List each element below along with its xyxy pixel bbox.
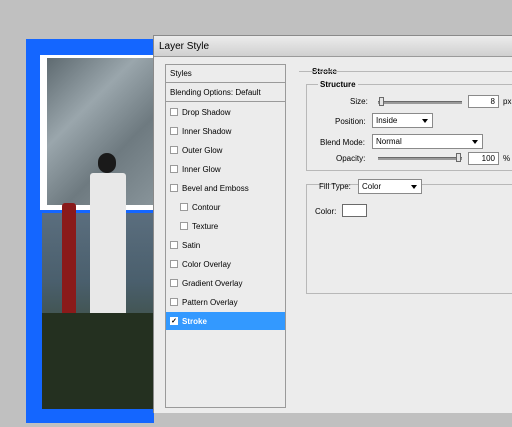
style-item-label: Gradient Overlay bbox=[182, 278, 243, 288]
style-item-label: Bevel and Emboss bbox=[182, 183, 249, 193]
blending-options-item[interactable]: Blending Options: Default bbox=[166, 84, 285, 102]
position-label: Position: bbox=[335, 117, 366, 126]
style-item-drop-shadow[interactable]: Drop Shadow bbox=[166, 103, 285, 121]
style-item-stroke[interactable]: ✓ Stroke bbox=[166, 312, 285, 330]
opacity-label: Opacity: bbox=[336, 154, 366, 163]
style-checkbox-inner-shadow[interactable] bbox=[170, 127, 178, 135]
style-item-label: Texture bbox=[192, 221, 219, 231]
blend-mode-label: Blend Mode: bbox=[320, 138, 365, 147]
dialog-titlebar[interactable]: Layer Style bbox=[154, 36, 512, 57]
chevron-down-icon bbox=[472, 140, 478, 144]
style-item-outer-glow[interactable]: Outer Glow bbox=[166, 141, 285, 159]
style-item-inner-shadow[interactable]: Inner Shadow bbox=[166, 122, 285, 140]
style-checkbox-drop-shadow[interactable] bbox=[170, 108, 178, 116]
style-item-label: Contour bbox=[192, 202, 221, 212]
chevron-down-icon bbox=[422, 119, 428, 123]
position-select[interactable]: Inside bbox=[372, 113, 433, 128]
style-checkbox-color-overlay[interactable] bbox=[170, 260, 178, 268]
opacity-slider-thumb[interactable] bbox=[456, 153, 461, 162]
style-checkbox-texture[interactable] bbox=[180, 222, 188, 230]
photo-rocks bbox=[42, 313, 154, 409]
size-input[interactable]: 8 bbox=[468, 95, 499, 108]
style-checkbox-pattern-overlay[interactable] bbox=[170, 298, 178, 306]
size-unit: px bbox=[503, 97, 512, 106]
photo-figure-red bbox=[62, 203, 76, 323]
photo-layer-bottom bbox=[42, 153, 154, 409]
blend-mode-value: Normal bbox=[376, 137, 402, 146]
stroke-color-swatch[interactable] bbox=[342, 204, 367, 217]
dialog-title: Layer Style bbox=[159, 40, 210, 52]
chevron-down-icon bbox=[411, 185, 417, 189]
style-checkbox-inner-glow[interactable] bbox=[170, 165, 178, 173]
style-item-label: Inner Glow bbox=[182, 164, 221, 174]
color-label: Color: bbox=[315, 207, 337, 216]
style-checkbox-contour[interactable] bbox=[180, 203, 188, 211]
style-item-pattern-overlay[interactable]: Pattern Overlay bbox=[166, 293, 285, 311]
style-item-gradient-overlay[interactable]: Gradient Overlay bbox=[166, 274, 285, 292]
style-item-inner-glow[interactable]: Inner Glow bbox=[166, 160, 285, 178]
section-divider bbox=[299, 71, 512, 72]
style-checkbox-gradient-overlay[interactable] bbox=[170, 279, 178, 287]
fill-group bbox=[306, 184, 512, 294]
size-label: Size: bbox=[350, 97, 368, 106]
style-checkbox-satin[interactable] bbox=[170, 241, 178, 249]
size-slider-thumb[interactable] bbox=[379, 97, 384, 106]
style-checkbox-bevel-and-emboss[interactable] bbox=[170, 184, 178, 192]
fill-type-value: Color bbox=[362, 182, 382, 191]
structure-title: Structure bbox=[318, 80, 358, 89]
style-item-label: Inner Shadow bbox=[182, 126, 232, 136]
styles-header[interactable]: Styles bbox=[166, 65, 285, 83]
blend-mode-select[interactable]: Normal bbox=[372, 134, 483, 149]
style-item-label: Satin bbox=[182, 240, 201, 250]
photo-figure-white bbox=[90, 173, 126, 323]
opacity-unit: % bbox=[503, 154, 511, 163]
style-item-color-overlay[interactable]: Color Overlay bbox=[166, 255, 285, 273]
fill-type-select[interactable]: Color bbox=[358, 179, 422, 194]
styles-list: Styles Blending Options: Default Drop Shad… bbox=[165, 64, 286, 408]
position-value: Inside bbox=[376, 116, 398, 125]
style-item-label: Color Overlay bbox=[182, 259, 231, 269]
opacity-input[interactable]: 100 bbox=[468, 152, 499, 165]
style-item-label: Drop Shadow bbox=[182, 107, 231, 117]
style-item-label: Stroke bbox=[182, 316, 207, 326]
style-item-satin[interactable]: Satin bbox=[166, 236, 285, 254]
style-item-label: Pattern Overlay bbox=[182, 297, 238, 307]
size-slider-track[interactable] bbox=[378, 101, 462, 104]
style-item-label: Outer Glow bbox=[182, 145, 223, 155]
photo-figure-head bbox=[98, 153, 116, 173]
style-checkbox-stroke[interactable]: ✓ bbox=[170, 317, 178, 325]
style-checkbox-outer-glow[interactable] bbox=[170, 146, 178, 154]
style-item-texture[interactable]: Texture bbox=[166, 217, 285, 235]
fill-type-label: Fill Type: bbox=[319, 182, 351, 191]
opacity-slider-track[interactable] bbox=[378, 157, 462, 160]
style-item-bevel-and-emboss[interactable]: Bevel and Emboss bbox=[166, 179, 285, 197]
style-item-contour[interactable]: Contour bbox=[166, 198, 285, 216]
layer-style-dialog: Layer Style Styles Blending Options: Defa… bbox=[153, 35, 512, 413]
